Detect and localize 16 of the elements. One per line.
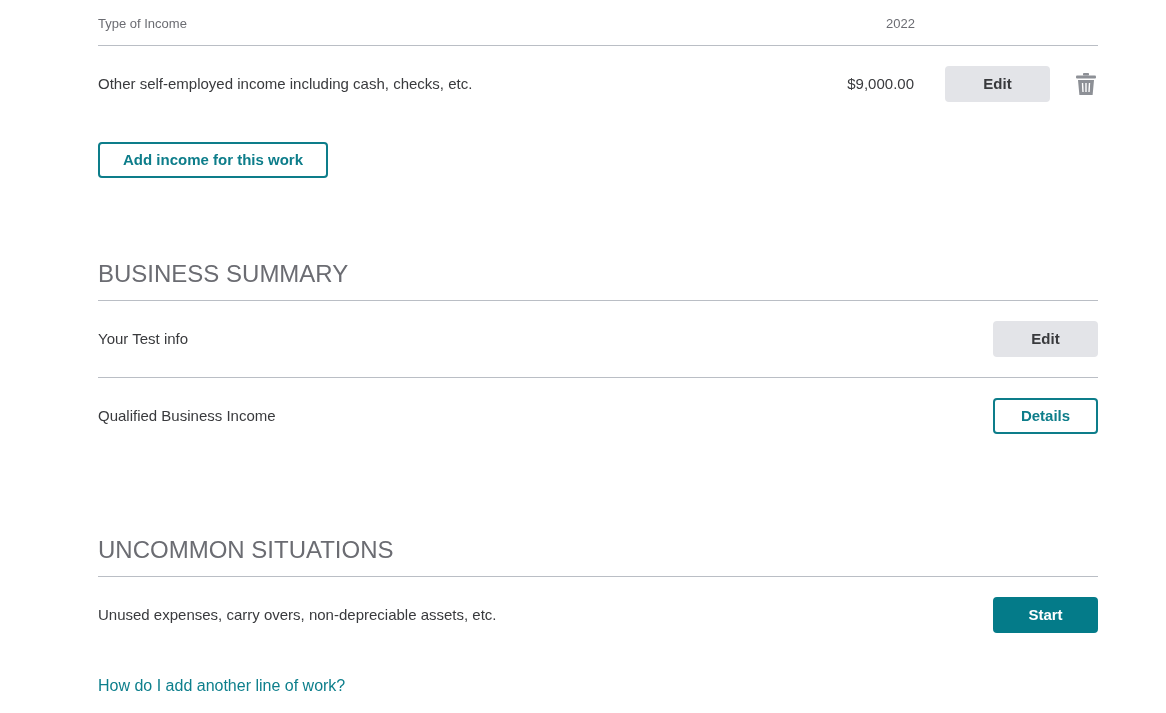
outline-button[interactable]: Details (993, 398, 1098, 434)
row-label: Qualified Business Income (98, 405, 277, 426)
row-label: Your Test info (98, 328, 190, 349)
secondary-button[interactable]: Edit (993, 321, 1098, 357)
row-label: Unused expenses, carry overs, non-depreciable assets, etc. (98, 604, 498, 625)
help-link[interactable]: How do I add another line of work? (98, 674, 346, 698)
secondary-button[interactable]: Edit (945, 66, 1050, 102)
outline-button[interactable]: Add income for this work (98, 142, 328, 178)
table-cell-text: $9,000.00 (847, 73, 914, 94)
primary-button[interactable]: Start (993, 597, 1098, 633)
section-heading: BUSINESS SUMMARY (98, 259, 349, 289)
column-header: Type of Income (98, 14, 188, 33)
column-header: 2022 (886, 14, 915, 33)
section-heading: UNCOMMON SITUATIONS (98, 535, 394, 565)
trash-icon[interactable] (1076, 73, 1096, 95)
table-cell-text: Other self-employed income including cash, checks, etc. (98, 73, 474, 94)
